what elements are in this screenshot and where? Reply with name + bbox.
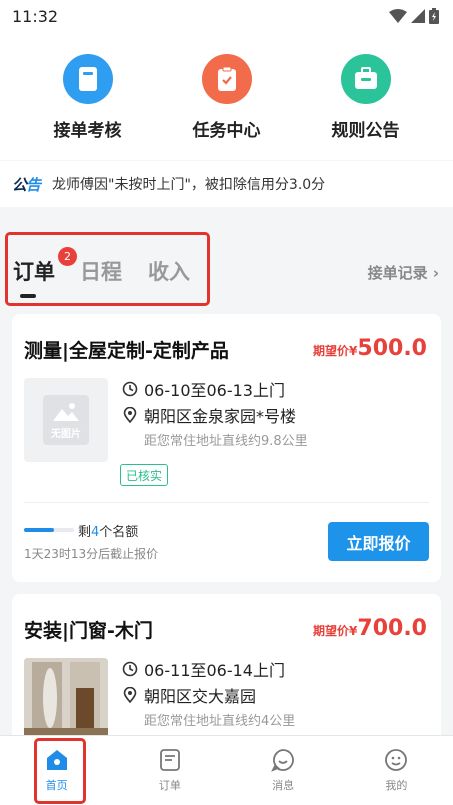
quick-action-label: 接单考核 <box>53 121 122 141</box>
order-record-link[interactable]: 接单记录 › <box>368 262 439 283</box>
status-time: 11:32 <box>12 6 59 26</box>
quote-deadline: 1天23时13分后截止报价 <box>24 547 159 561</box>
order-address: 朝阳区交大嘉园 <box>122 683 256 707</box>
profile-icon <box>385 749 408 771</box>
order-distance: 距您常住地址直线约9.8公里 <box>144 434 308 449</box>
quota-text: 剩4个名额 <box>78 521 138 540</box>
order-price: 期望价 ¥ 500.0 <box>313 336 427 361</box>
briefcase-icon <box>340 54 391 104</box>
nav-label: 我的 <box>385 779 408 792</box>
highlight-box-tabs <box>5 232 210 306</box>
nav-messages[interactable]: 消息 <box>227 736 340 805</box>
no-image-icon: 无图片 <box>43 395 89 445</box>
quick-action-rules[interactable]: 规则公告 <box>306 32 426 160</box>
price-value: 500.0 <box>357 336 427 361</box>
quick-action-label: 规则公告 <box>331 121 400 141</box>
address-text: 朝阳区交大嘉园 <box>144 687 257 706</box>
notice-text: 龙师傅因"未按时上门"，被扣除信用分3.0分 <box>52 177 326 193</box>
address-text: 朝阳区金泉家园*号楼 <box>144 407 297 426</box>
price-label: 期望价 <box>313 624 350 638</box>
document-icon <box>62 54 113 104</box>
nav-label: 订单 <box>158 779 181 792</box>
notice-tag-a: 公 <box>12 175 27 194</box>
order-thumbnail: 无图片 <box>24 378 108 462</box>
clipboard-check-icon <box>201 54 252 104</box>
order-tabs-bar: 订单 2 日程 收入 接单记录 › <box>0 222 453 310</box>
door-photo <box>24 658 108 742</box>
no-image-text: 无图片 <box>51 429 81 440</box>
price-currency: ¥ <box>349 624 358 638</box>
card-divider <box>24 502 429 503</box>
nav-home[interactable]: 首页 <box>0 736 113 805</box>
price-currency: ¥ <box>349 344 358 358</box>
signal-icon <box>411 9 425 23</box>
schedule-text: 06-10至06-13上门 <box>144 381 285 400</box>
order-icon <box>159 749 180 771</box>
schedule-text: 06-11至06-14上门 <box>144 661 285 680</box>
verified-badge: 已核实 <box>120 464 169 486</box>
order-title: 安装|门窗-木门 <box>24 620 153 642</box>
order-thumbnail <box>24 658 108 742</box>
clock-icon <box>122 661 138 677</box>
quick-actions: 接单考核 任务中心 规则公告 <box>0 32 453 160</box>
order-card[interactable]: 安装|门窗-木门 期望价 ¥ 700.0 06-11至06-14上门 朝阳区交大… <box>12 594 441 754</box>
nav-orders[interactable]: 订单 <box>113 736 226 805</box>
notice-bar[interactable]: 公告 龙师傅因"未按时上门"，被扣除信用分3.0分 <box>0 161 453 207</box>
status-icons <box>389 8 439 24</box>
order-address: 朝阳区金泉家园*号楼 <box>122 403 296 427</box>
clock-icon <box>122 381 138 397</box>
order-card[interactable]: 测量|全屋定制-定制产品 期望价 ¥ 500.0 无图片 06-10至06-13… <box>12 314 441 582</box>
quota-suffix: 个名额 <box>99 525 139 540</box>
order-schedule: 06-10至06-13上门 <box>122 377 285 401</box>
quote-now-button[interactable]: 立即报价 <box>328 522 429 561</box>
nav-label: 消息 <box>272 779 295 792</box>
order-schedule: 06-11至06-14上门 <box>122 657 285 681</box>
quick-action-label: 任务中心 <box>192 121 261 141</box>
quota-prefix: 剩 <box>78 525 92 540</box>
quick-action-task-center[interactable]: 任务中心 <box>167 32 287 160</box>
quick-action-assessment[interactable]: 接单考核 <box>28 32 148 160</box>
wifi-icon <box>389 9 407 23</box>
nav-profile[interactable]: 我的 <box>340 736 453 805</box>
bottom-nav: 首页 订单 消息 我的 <box>0 735 453 805</box>
order-title: 测量|全屋定制-定制产品 <box>24 340 229 362</box>
quota-progress-fill <box>24 528 54 532</box>
highlight-box-home <box>34 738 86 804</box>
location-icon <box>122 407 138 423</box>
battery-icon <box>429 8 439 24</box>
order-distance: 距您常住地址直线约4公里 <box>144 714 296 729</box>
message-icon <box>271 749 295 772</box>
order-price: 期望价 ¥ 700.0 <box>313 616 427 641</box>
notice-tag: 公告 <box>12 174 41 195</box>
location-icon <box>122 687 138 703</box>
status-bar: 11:32 <box>0 0 453 32</box>
price-label: 期望价 <box>313 344 350 358</box>
notice-tag-b: 告 <box>26 175 41 194</box>
price-value: 700.0 <box>357 616 427 641</box>
quota-progress-bar <box>24 528 74 532</box>
